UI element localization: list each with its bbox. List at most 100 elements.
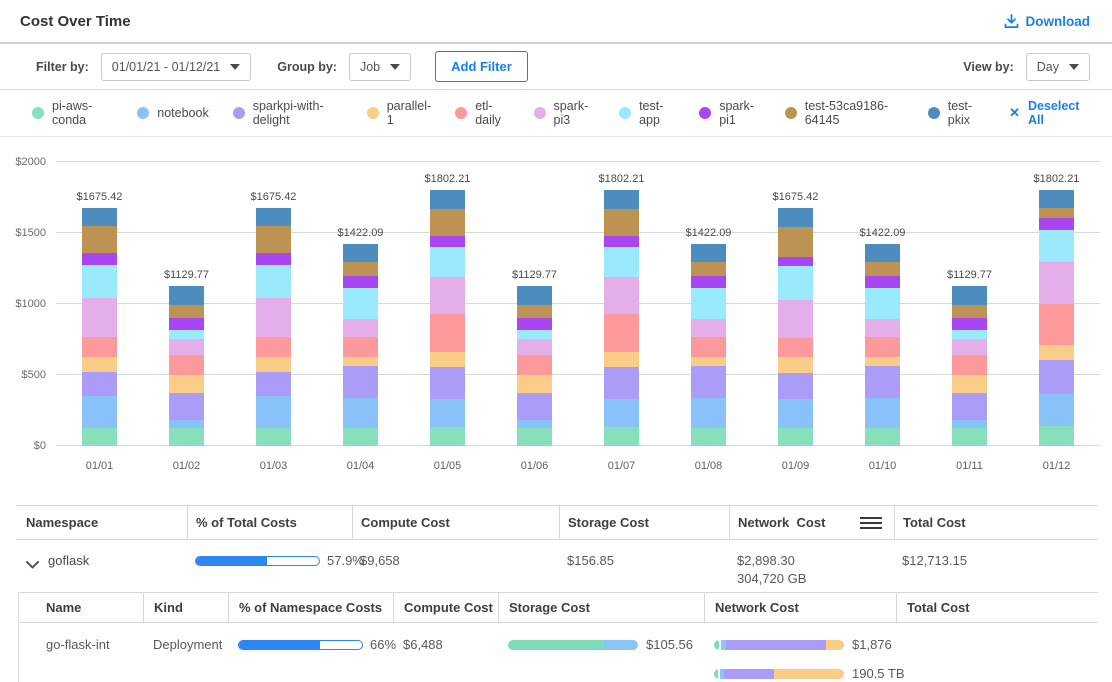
bar-segment-spark-pi3[interactable]	[517, 339, 552, 355]
bar-segment-parallel-1[interactable]	[952, 375, 987, 393]
bar-segment-parallel-1[interactable]	[343, 357, 378, 366]
bar-segment-spark-pi1[interactable]	[343, 276, 378, 288]
namespace-row-goflask[interactable]: goflask 57.9% $9,658 $156.85 $2,898.30 3…	[16, 540, 1098, 592]
legend-item-pi-aws-conda[interactable]: pi-aws-conda	[32, 99, 113, 127]
bar-segment-spark-pi1[interactable]	[952, 318, 987, 330]
bar-segment-test-53ca9186-64145[interactable]	[82, 226, 117, 254]
bar-segment-spark-pi3[interactable]	[169, 339, 204, 355]
bar-segment-parallel-1[interactable]	[604, 352, 639, 367]
bar-segment-test-53ca9186-64145[interactable]	[691, 262, 726, 276]
bar-segment-test-app[interactable]	[604, 247, 639, 277]
bar-segment-test-app[interactable]	[691, 288, 726, 319]
bar-segment-pi-aws-conda[interactable]	[604, 427, 639, 446]
bar-segment-test-pkix[interactable]	[430, 190, 465, 209]
bar-segment-parallel-1[interactable]	[865, 357, 900, 366]
bar-segment-pi-aws-conda[interactable]	[778, 428, 813, 446]
bar-segment-parallel-1[interactable]	[430, 352, 465, 367]
bar-segment-test-app[interactable]	[343, 288, 378, 319]
bar-segment-etl-daily[interactable]	[604, 314, 639, 352]
bar-segment-notebook[interactable]	[169, 420, 204, 428]
chevron-down-icon[interactable]	[26, 557, 39, 573]
bar-segment-spark-pi3[interactable]	[778, 300, 813, 338]
bar-segment-sparkpi-with-delight[interactable]	[604, 367, 639, 399]
bar-segment-pi-aws-conda[interactable]	[691, 428, 726, 446]
bar-segment-parallel-1[interactable]	[256, 357, 291, 372]
bar-segment-sparkpi-with-delight[interactable]	[256, 372, 291, 396]
bar-segment-sparkpi-with-delight[interactable]	[952, 393, 987, 419]
bar-segment-parallel-1[interactable]	[82, 357, 117, 372]
legend-item-spark-pi1[interactable]: spark-pi1	[699, 99, 761, 127]
bar-segment-notebook[interactable]	[691, 398, 726, 429]
bar-segment-spark-pi1[interactable]	[865, 276, 900, 288]
bar-segment-sparkpi-with-delight[interactable]	[778, 373, 813, 399]
bar-segment-test-app[interactable]	[952, 330, 987, 339]
legend-item-etl-daily[interactable]: etl-daily	[455, 99, 509, 127]
bar-segment-test-app[interactable]	[430, 247, 465, 277]
bar-segment-sparkpi-with-delight[interactable]	[1039, 360, 1074, 394]
view-by-select[interactable]: Day	[1026, 53, 1090, 81]
bar-segment-etl-daily[interactable]	[82, 337, 117, 357]
bar-segment-pi-aws-conda[interactable]	[952, 428, 987, 447]
bar-segment-pi-aws-conda[interactable]	[343, 428, 378, 446]
bar-segment-spark-pi1[interactable]	[82, 253, 117, 265]
bar-segment-test-53ca9186-64145[interactable]	[169, 305, 204, 319]
bar-segment-spark-pi3[interactable]	[430, 277, 465, 314]
bar-segment-test-app[interactable]	[82, 265, 117, 298]
bar-segment-test-53ca9186-64145[interactable]	[952, 305, 987, 319]
bar-segment-test-app[interactable]	[169, 330, 204, 339]
bar-segment-spark-pi3[interactable]	[256, 298, 291, 337]
bar-segment-spark-pi1[interactable]	[169, 318, 204, 330]
bar-segment-etl-daily[interactable]	[865, 337, 900, 357]
bar-segment-sparkpi-with-delight[interactable]	[691, 366, 726, 397]
bar-segment-spark-pi3[interactable]	[691, 319, 726, 337]
bar-segment-test-pkix[interactable]	[604, 190, 639, 209]
bar-segment-parallel-1[interactable]	[691, 357, 726, 366]
bar-segment-spark-pi1[interactable]	[778, 257, 813, 266]
bar-segment-test-pkix[interactable]	[517, 286, 552, 305]
bar-segment-test-pkix[interactable]	[256, 208, 291, 225]
bar-segment-etl-daily[interactable]	[778, 338, 813, 357]
bar-segment-notebook[interactable]	[865, 398, 900, 429]
bar-segment-test-app[interactable]	[256, 265, 291, 298]
add-filter-button[interactable]: Add Filter	[435, 51, 528, 82]
bar-segment-test-53ca9186-64145[interactable]	[1039, 208, 1074, 218]
legend-item-sparkpi-with-delight[interactable]: sparkpi-with-delight	[233, 99, 343, 127]
bar-segment-parallel-1[interactable]	[517, 375, 552, 393]
bar-segment-parallel-1[interactable]	[778, 357, 813, 373]
bar-segment-etl-daily[interactable]	[691, 337, 726, 357]
legend-item-spark-pi3[interactable]: spark-pi3	[534, 99, 596, 127]
bar-segment-sparkpi-with-delight[interactable]	[865, 366, 900, 397]
bar-segment-etl-daily[interactable]	[343, 337, 378, 357]
bar-segment-spark-pi1[interactable]	[604, 236, 639, 247]
bar-segment-test-pkix[interactable]	[778, 208, 813, 227]
download-button[interactable]: Download	[1004, 14, 1091, 29]
legend-item-notebook[interactable]: notebook	[137, 106, 208, 120]
workload-row-go-flask-int[interactable]: go-flask-int Deployment 66% $6,488 $105.…	[19, 623, 1098, 682]
bar-segment-notebook[interactable]	[517, 420, 552, 428]
bar-segment-notebook[interactable]	[952, 420, 987, 428]
bar-segment-etl-daily[interactable]	[430, 314, 465, 352]
group-by-select[interactable]: Job	[349, 53, 411, 81]
bar-segment-parallel-1[interactable]	[1039, 345, 1074, 360]
bar-segment-notebook[interactable]	[82, 396, 117, 428]
bar-segment-etl-daily[interactable]	[256, 337, 291, 357]
bar-segment-test-pkix[interactable]	[691, 244, 726, 262]
bar-segment-sparkpi-with-delight[interactable]	[430, 367, 465, 399]
bar-segment-notebook[interactable]	[343, 398, 378, 429]
legend-item-test-pkix[interactable]: test-pkix	[928, 99, 985, 127]
bar-segment-sparkpi-with-delight[interactable]	[517, 393, 552, 419]
date-range-select[interactable]: 01/01/21 - 01/12/21	[101, 53, 251, 81]
bar-segment-spark-pi3[interactable]	[604, 277, 639, 314]
bar-segment-test-53ca9186-64145[interactable]	[343, 262, 378, 276]
bar-segment-spark-pi1[interactable]	[517, 318, 552, 330]
bar-segment-test-app[interactable]	[1039, 230, 1074, 262]
bar-segment-pi-aws-conda[interactable]	[517, 428, 552, 447]
bar-segment-spark-pi3[interactable]	[343, 319, 378, 337]
bar-segment-notebook[interactable]	[778, 399, 813, 428]
bar-segment-test-app[interactable]	[865, 288, 900, 319]
bar-segment-spark-pi1[interactable]	[691, 276, 726, 288]
legend-item-test-53ca9186-64145[interactable]: test-53ca9186-64145	[785, 99, 904, 127]
bar-segment-notebook[interactable]	[256, 396, 291, 428]
bar-segment-etl-daily[interactable]	[517, 355, 552, 376]
bar-segment-test-pkix[interactable]	[952, 286, 987, 305]
